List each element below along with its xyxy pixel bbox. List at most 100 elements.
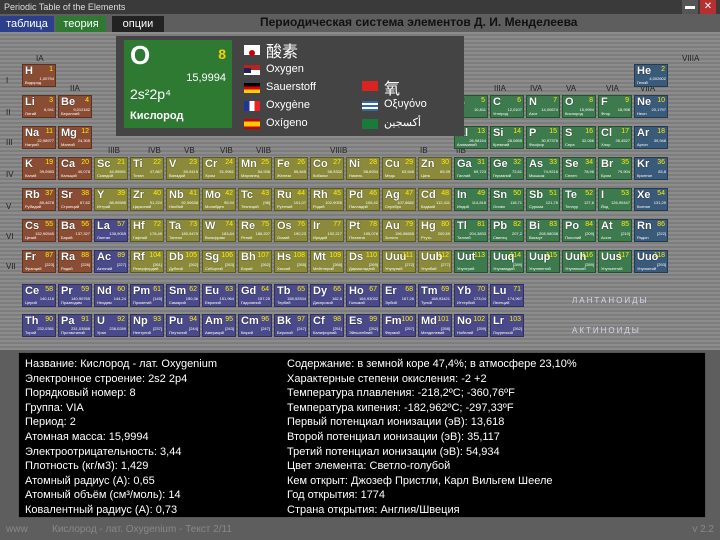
element-cell-te[interactable]: Te 52 127,6 Теллур: [562, 188, 596, 211]
element-cell-fr[interactable]: Fr 87 [223] Франций: [22, 250, 56, 273]
element-cell-nb[interactable]: Nb 41 92,90638 Ниобий: [166, 188, 200, 211]
element-cell-lr[interactable]: Lr 103 [262] Лоуренсий: [490, 314, 524, 337]
element-cell-pt[interactable]: Pt 78 195,078 Платина: [346, 219, 380, 242]
element-cell-re[interactable]: Re 75 186,207 Рений: [238, 219, 272, 242]
element-cell-sm[interactable]: Sm 62 150,36 Самарий: [166, 284, 200, 307]
element-cell-yb[interactable]: Yb 70 173,04 Иттербий: [454, 284, 488, 307]
element-cell-ar[interactable]: Ar 18 39,948 Аргон: [634, 126, 668, 149]
element-cell-nd[interactable]: Nd 60 144,24 Неодим: [94, 284, 128, 307]
element-cell-rb[interactable]: Rb 37 85,4678 Рубидий: [22, 188, 56, 211]
element-cell-ac[interactable]: Ac 89 [227] Актиний: [94, 250, 128, 273]
element-cell-rn[interactable]: Rn 86 [222] Радон: [634, 219, 668, 242]
element-cell-cu[interactable]: Cu 29 63,546 Медь: [382, 157, 416, 180]
element-cell-uuh[interactable]: Uuh 116 [289] Унунгексий: [562, 250, 596, 273]
element-cell-sg[interactable]: Sg 106 [263] Сиборгий: [202, 250, 236, 273]
element-cell-li[interactable]: Li 3 6,941 Литий: [22, 95, 56, 118]
element-cell-na[interactable]: Na 11 22,98977 Натрий: [22, 126, 56, 149]
element-cell-th[interactable]: Th 90 232,0381 Торий: [22, 314, 56, 337]
element-cell-pa[interactable]: Pa 91 231,03588 Протактиний: [58, 314, 92, 337]
element-cell-ra[interactable]: Ra 88 [226] Радий: [58, 250, 92, 273]
element-cell-u[interactable]: U 92 238,0289 Уран: [94, 314, 128, 337]
element-cell-md[interactable]: Md 101 [258] Менделевий: [418, 314, 452, 337]
element-cell-dy[interactable]: Dy 66 162,5 Диспрозий: [310, 284, 344, 307]
element-cell-bh[interactable]: Bh 107 [262] Борий: [238, 250, 272, 273]
element-cell-p[interactable]: P 15 30,97376 Фосфор: [526, 126, 560, 149]
element-cell-be[interactable]: Be 4 9,012182 Бериллий: [58, 95, 92, 118]
element-cell-hf[interactable]: Hf 72 178,49 Гафний: [130, 219, 164, 242]
element-cell-uuu[interactable]: Uuu 111 [272] Унунуний: [382, 250, 416, 273]
element-cell-rf[interactable]: Rf 104 [261] Резерфордий: [130, 250, 164, 273]
element-cell-er[interactable]: Er 68 167,26 Эрбий: [382, 284, 416, 307]
element-cell-kr[interactable]: Kr 36 83,8 Криптон: [634, 157, 668, 180]
element-cell-at[interactable]: At 85 [210] Астат: [598, 219, 632, 242]
element-cell-v[interactable]: V 23 50,9415 Ванадий: [166, 157, 200, 180]
tab-options[interactable]: опции: [112, 16, 164, 32]
element-cell-tb[interactable]: Tb 65 158,92534 Тербий: [274, 284, 308, 307]
element-cell-bk[interactable]: Bk 97 [247] Берклий: [274, 314, 308, 337]
element-cell-tl[interactable]: Tl 81 204,3833 Таллий: [454, 219, 488, 242]
element-cell-uup[interactable]: Uup 115 Унунпентий: [526, 250, 560, 273]
element-cell-as[interactable]: As 33 74,9216 Мышьяк: [526, 157, 560, 180]
element-cell-ca[interactable]: Ca 20 40,078 Кальций: [58, 157, 92, 180]
element-cell-cm[interactable]: Cm 96 [247] Кюрий: [238, 314, 272, 337]
minimize-button[interactable]: ▬: [682, 0, 698, 14]
element-cell-po[interactable]: Po 84 [209] Полоний: [562, 219, 596, 242]
element-cell-bi[interactable]: Bi 83 208,98038 Висмут: [526, 219, 560, 242]
element-cell-ds[interactable]: Ds 110 [269] Дармштадтий: [346, 250, 380, 273]
element-cell-uub[interactable]: Uub 112 [277] Унунбий: [418, 250, 452, 273]
element-cell-sr[interactable]: Sr 38 87,62 Стронций: [58, 188, 92, 211]
element-cell-k[interactable]: K 19 39,0983 Калий: [22, 157, 56, 180]
element-cell-sn[interactable]: Sn 50 118,71 Олово: [490, 188, 524, 211]
element-cell-w[interactable]: W 74 183,84 Вольфрам: [202, 219, 236, 242]
element-cell-cr[interactable]: Cr 24 51,9961 Хром: [202, 157, 236, 180]
element-cell-co[interactable]: Co 27 58,9332 Кобальт: [310, 157, 344, 180]
element-cell-sb[interactable]: Sb 51 121,76 Сурьма: [526, 188, 560, 211]
element-cell-he[interactable]: He 2 4,002602 Гелий: [634, 64, 668, 87]
element-cell-ce[interactable]: Ce 58 140,116 Церий: [22, 284, 56, 307]
element-cell-h[interactable]: H 1 1,00794 Водород: [22, 64, 56, 87]
element-cell-o[interactable]: O 8 15,9994 Кислород: [562, 95, 596, 118]
element-cell-cd[interactable]: Cd 48 112,411 Кадмий: [418, 188, 452, 211]
element-cell-uuo[interactable]: Uuo 118 [293] Унуноктий: [634, 250, 668, 273]
element-cell-cs[interactable]: Cs 55 132,90545 Цезий: [22, 219, 56, 242]
element-cell-rh[interactable]: Rh 45 102,9055 Родий: [310, 188, 344, 211]
element-cell-hs[interactable]: Hs 108 [265] Хассий: [274, 250, 308, 273]
element-cell-mo[interactable]: Mo 42 95,94 Молибден: [202, 188, 236, 211]
element-cell-pm[interactable]: Pm 61 [145] Прометий: [130, 284, 164, 307]
element-cell-ag[interactable]: Ag 47 107,8682 Серебро: [382, 188, 416, 211]
element-cell-pb[interactable]: Pb 82 207,2 Свинец: [490, 219, 524, 242]
element-cell-s[interactable]: S 16 32,066 Сера: [562, 126, 596, 149]
element-cell-db[interactable]: Db 105 [262] Дубний: [166, 250, 200, 273]
element-cell-uuq[interactable]: Uuq 114 [289] Унунквадий: [490, 250, 524, 273]
element-cell-tm[interactable]: Tm 69 168,93421 Тулий: [418, 284, 452, 307]
element-cell-fm[interactable]: Fm 100 [257] Фермий: [382, 314, 416, 337]
element-cell-zn[interactable]: Zn 30 65,39 Цинк: [418, 157, 452, 180]
tab-table[interactable]: таблица: [0, 16, 54, 32]
element-cell-tc[interactable]: Tc 43 [98] Технеций: [238, 188, 272, 211]
element-cell-mg[interactable]: Mg 12 24,305 Магний: [58, 126, 92, 149]
element-cell-cl[interactable]: Cl 17 35,4527 Хлор: [598, 126, 632, 149]
element-cell-uut[interactable]: Uut 113 Унунтрий: [454, 250, 488, 273]
element-cell-n[interactable]: N 7 14,00674 Азот: [526, 95, 560, 118]
element-cell-pu[interactable]: Pu 94 [244] Плутоний: [166, 314, 200, 337]
element-cell-ni[interactable]: Ni 28 58,6934 Никель: [346, 157, 380, 180]
element-cell-pr[interactable]: Pr 59 140,90765 Празеодим: [58, 284, 92, 307]
element-cell-se[interactable]: Se 34 78,96 Селен: [562, 157, 596, 180]
element-cell-ir[interactable]: Ir 77 192,217 Иридий: [310, 219, 344, 242]
element-cell-pd[interactable]: Pd 46 106,42 Палладий: [346, 188, 380, 211]
close-button[interactable]: ✕: [700, 0, 716, 14]
element-cell-xe[interactable]: Xe 54 131,29 Ксенон: [634, 188, 668, 211]
element-cell-hg[interactable]: Hg 80 200,59 Ртуть: [418, 219, 452, 242]
element-cell-f[interactable]: F 9 18,998 Фтор: [598, 95, 632, 118]
element-cell-i[interactable]: I 53 126,90447 Йод: [598, 188, 632, 211]
element-cell-fe[interactable]: Fe 26 55,845 Железо: [274, 157, 308, 180]
element-cell-la[interactable]: La 57 138,9055 Лантан: [94, 219, 128, 242]
tab-theory[interactable]: теория: [56, 16, 106, 32]
element-cell-br[interactable]: Br 35 79,904 Бром: [598, 157, 632, 180]
element-cell-au[interactable]: Au 79 196,96655 Золото: [382, 219, 416, 242]
element-cell-lu[interactable]: Lu 71 174,967 Лютеций: [490, 284, 524, 307]
element-cell-in[interactable]: In 49 114,818 Индий: [454, 188, 488, 211]
element-cell-zr[interactable]: Zr 40 91,224 Цирконий: [130, 188, 164, 211]
element-cell-ne[interactable]: Ne 10 20,1797 Неон: [634, 95, 668, 118]
element-cell-am[interactable]: Am 95 [243] Америций: [202, 314, 236, 337]
